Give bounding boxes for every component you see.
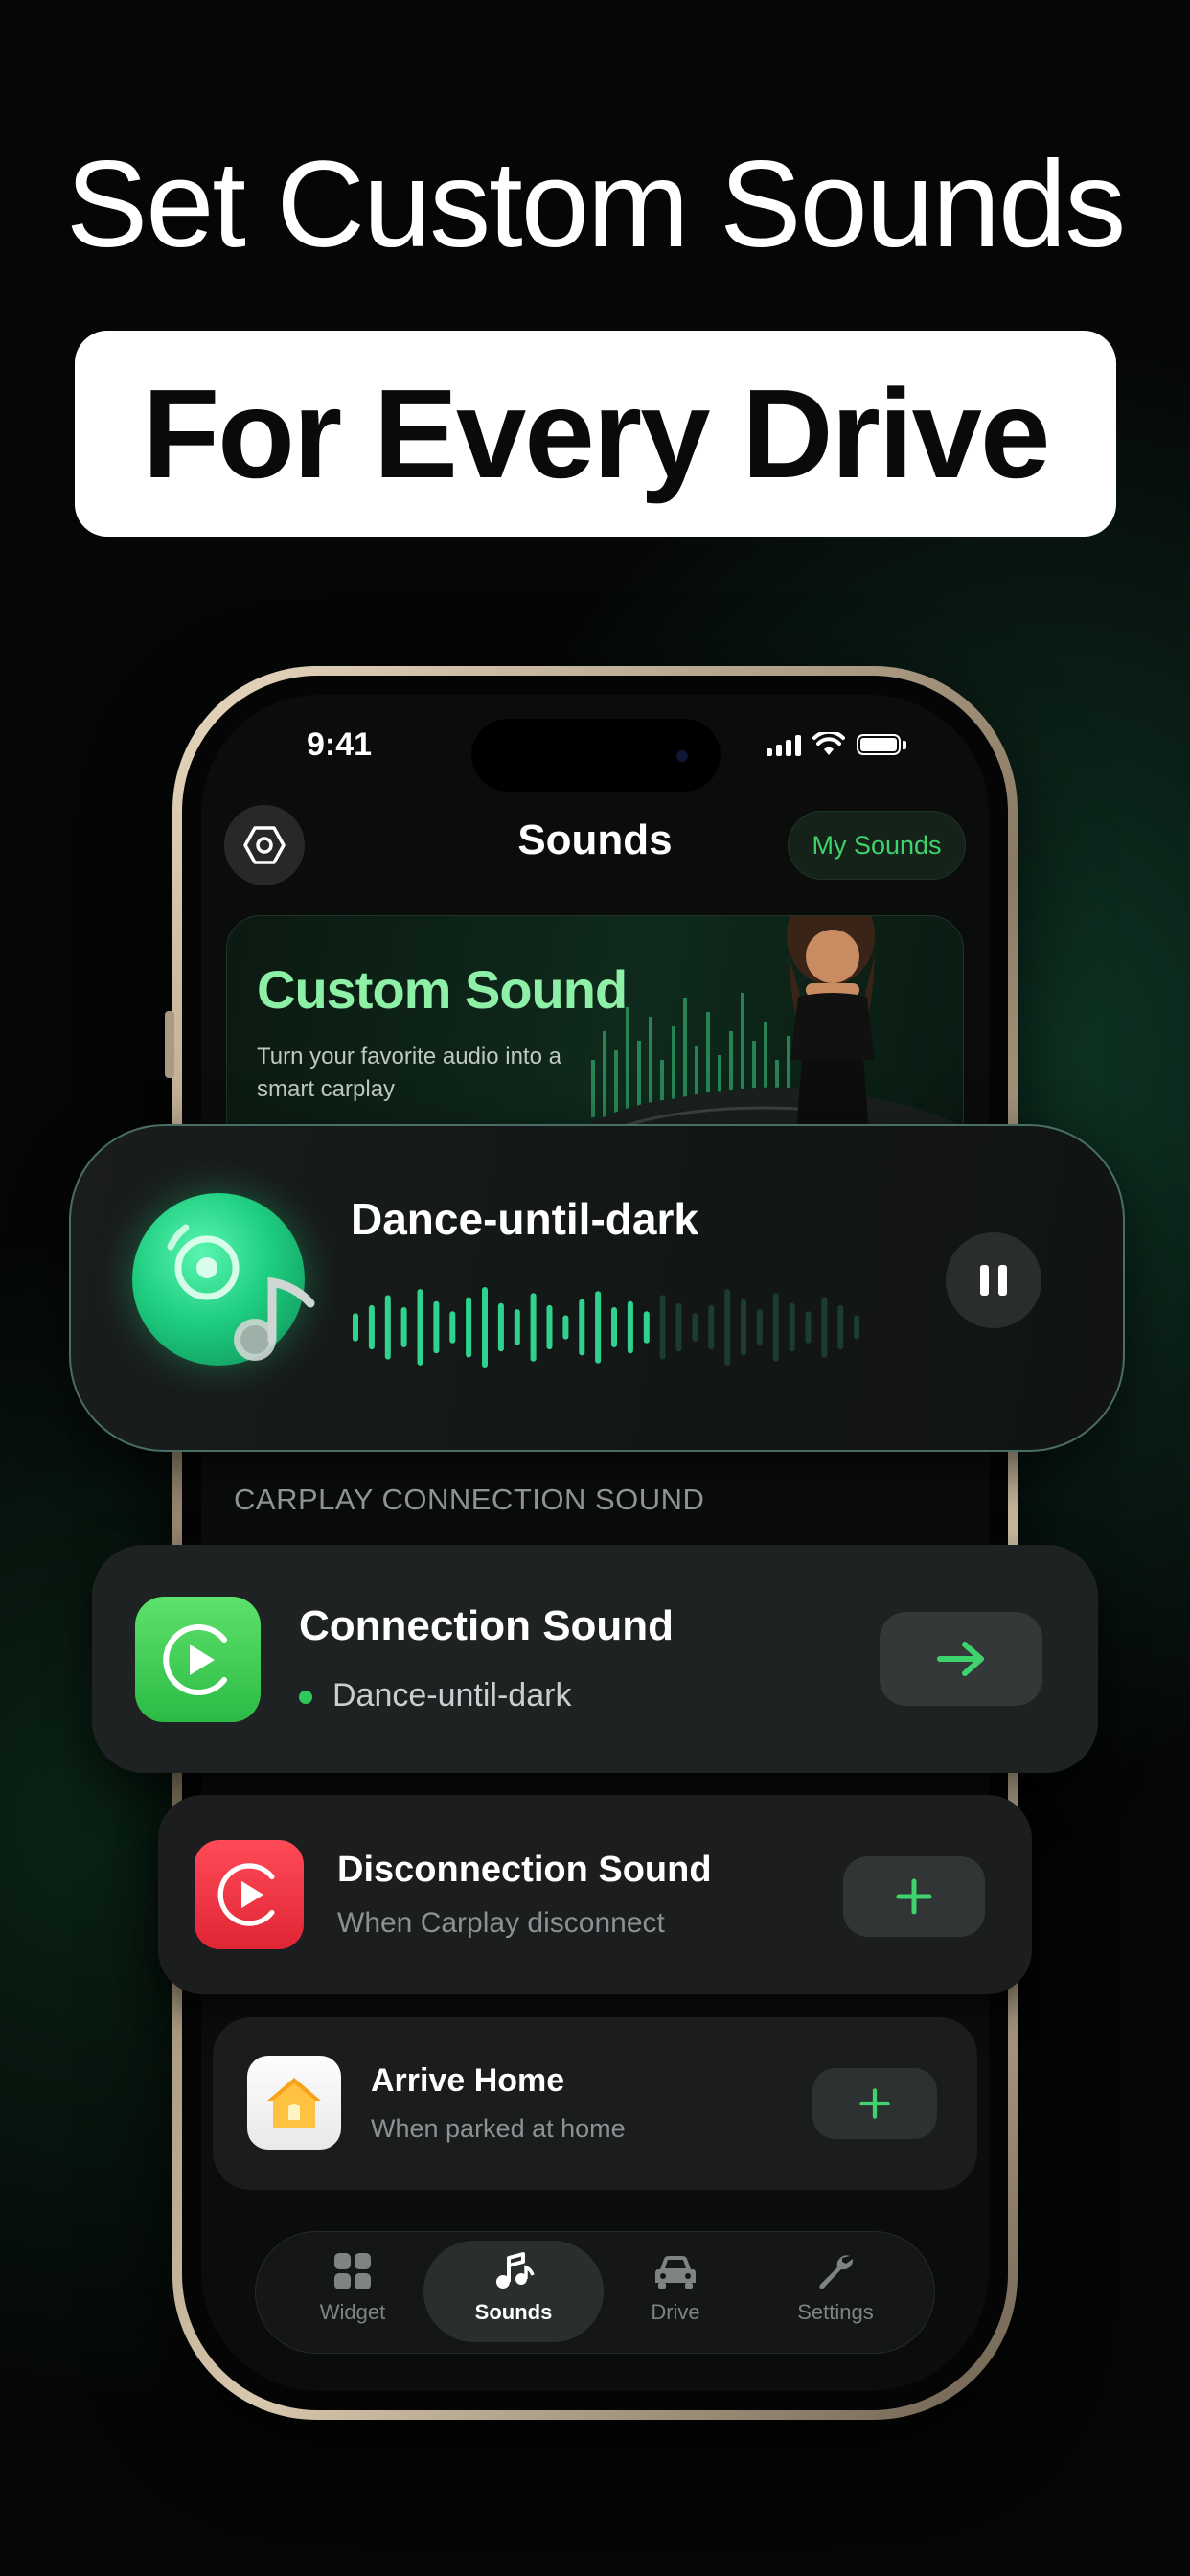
waveform-bar	[353, 1313, 358, 1342]
waveform-bar	[837, 1304, 844, 1350]
widget-grid-icon	[334, 2253, 371, 2289]
promo-subheadline-box: For Every Drive	[75, 331, 1116, 537]
waveform-bar	[708, 1304, 715, 1350]
camera-icon	[676, 750, 688, 762]
connection-sound-arrow-button[interactable]	[880, 1612, 1042, 1706]
battery-icon	[857, 734, 901, 755]
waveform-bar	[659, 1295, 666, 1360]
connection-sound-title: Connection Sound	[299, 1602, 675, 1649]
now-playing-title: Dance-until-dark	[351, 1194, 698, 1244]
tab-widget[interactable]: Widget	[281, 2250, 424, 2325]
tab-label: Sounds	[474, 2300, 553, 2324]
section-label: CARPLAY CONNECTION SOUND	[234, 1483, 705, 1516]
promo-subheadline: For Every Drive	[142, 363, 1051, 504]
banner-art	[553, 916, 963, 1156]
waveform-bar	[466, 1297, 472, 1358]
banner-title: Custom Sound	[257, 959, 628, 1020]
tab-label: Drive	[651, 2300, 700, 2324]
pause-icon-bar-right	[998, 1265, 1007, 1296]
waveform-bar	[611, 1307, 617, 1347]
waveform-bar	[627, 1300, 633, 1354]
battery-cap-icon	[903, 740, 906, 749]
carplay-disconnect-icon	[195, 1840, 304, 1949]
custom-sound-banner[interactable]	[226, 915, 964, 1157]
connection-sound-subtitle: Dance-until-dark	[332, 1677, 572, 1714]
tab-label: Widget	[319, 2300, 386, 2324]
arrow-right-icon	[937, 1642, 984, 1676]
waveform-bar	[643, 1311, 650, 1344]
waveform-bar	[400, 1307, 407, 1347]
waveform-bar	[675, 1302, 682, 1352]
waveform[interactable]	[351, 1284, 868, 1370]
disconnection-sound-subtitle: When Carplay disconnect	[337, 1907, 665, 1939]
waveform-bar	[433, 1300, 440, 1354]
waveform-bar	[579, 1299, 585, 1356]
plus-icon	[859, 2088, 890, 2119]
waveform-bar	[756, 1309, 763, 1346]
waveform-bar	[514, 1309, 520, 1346]
arrive-home-add-button[interactable]	[812, 2068, 937, 2139]
plus-icon	[896, 1878, 932, 1915]
carplay-connect-icon	[135, 1597, 261, 1722]
waveform-bar	[417, 1289, 423, 1366]
wrench-icon	[819, 2255, 854, 2288]
status-dot	[299, 1690, 312, 1704]
waveform-bar	[562, 1315, 569, 1340]
waveform-bar	[384, 1295, 391, 1360]
waveform-bar	[692, 1313, 698, 1342]
music-note-badge-icon	[234, 1276, 315, 1361]
status-time: 9:41	[307, 726, 373, 763]
my-sounds-button[interactable]: My Sounds	[788, 811, 966, 880]
phone-side-button	[165, 1011, 174, 1078]
disconnection-sound-title: Disconnection Sound	[337, 1850, 712, 1890]
music-note-icon	[496, 2252, 535, 2288]
waveform-bar	[772, 1293, 779, 1362]
waveform-bar	[546, 1304, 553, 1350]
waveform-bar	[724, 1289, 731, 1366]
waveform-bar	[530, 1293, 537, 1362]
tab-drive[interactable]: Drive	[604, 2250, 747, 2325]
tab-label: Settings	[797, 2300, 874, 2324]
waveform-bar	[449, 1311, 456, 1344]
home-icon	[247, 2056, 341, 2150]
arrive-home-subtitle: When parked at home	[371, 2114, 626, 2143]
pause-icon-bar-left	[980, 1265, 989, 1296]
waveform-bar	[821, 1297, 828, 1358]
waveform-bar	[482, 1287, 488, 1368]
tab-settings[interactable]: Settings	[764, 2250, 907, 2325]
waveform-bar	[368, 1304, 375, 1350]
disconnection-sound-add-button[interactable]	[843, 1856, 985, 1937]
status-icons	[767, 732, 906, 757]
signal-icon	[767, 733, 801, 756]
waveform-bar	[595, 1291, 602, 1364]
waveform-bar	[854, 1315, 860, 1340]
waveform-bar	[805, 1311, 812, 1344]
car-icon	[655, 2256, 696, 2288]
waveform-bar	[741, 1299, 746, 1356]
waveform-bar	[497, 1302, 504, 1352]
banner-subtitle: Turn your favorite audio into a smart ca…	[257, 1044, 561, 1102]
pause-button[interactable]	[946, 1232, 1041, 1328]
waveform-bar	[789, 1302, 795, 1352]
tab-sounds[interactable]: Sounds	[442, 2250, 585, 2325]
arrive-home-title: Arrive Home	[371, 2062, 565, 2099]
page-title: Sounds	[517, 816, 673, 863]
promo-headline: Set Custom Sounds	[65, 136, 1126, 273]
wifi-icon	[812, 732, 845, 755]
